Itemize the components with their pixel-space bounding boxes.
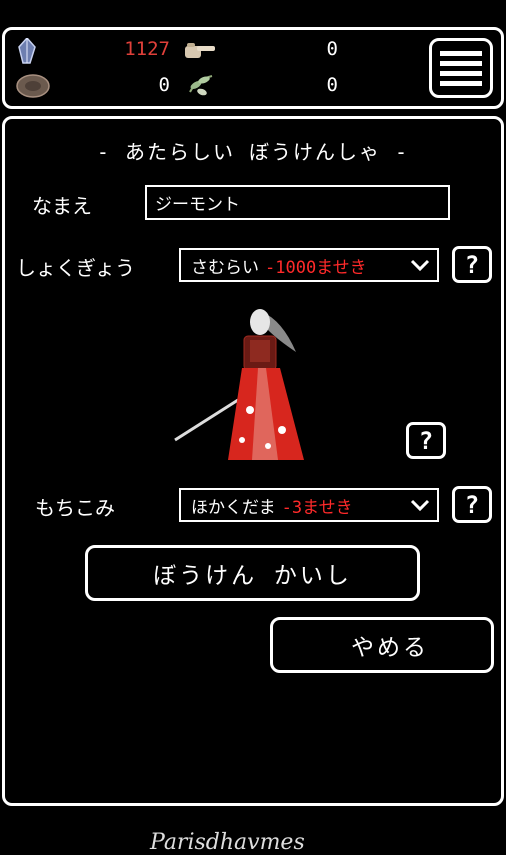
item-label: もちこみ <box>35 496 115 520</box>
item-value: ほかくだま <box>191 497 276 518</box>
herb-icon <box>189 75 213 96</box>
chevron-down-icon <box>410 499 430 512</box>
item-cost: -3ませき <box>281 497 353 518</box>
job-select[interactable]: さむらい -1000ませき <box>179 248 439 282</box>
panel-title: - あたらしい ぼうけんしゃ - <box>96 140 410 164</box>
herb-count: 0 <box>326 74 338 96</box>
name-input[interactable] <box>145 185 450 220</box>
hand-count: 0 <box>326 38 338 60</box>
start-adventure-button[interactable]: ぼうけん かいし <box>85 545 420 601</box>
name-label: なまえ <box>32 194 92 218</box>
stone-coin-icon <box>16 74 50 98</box>
item-select[interactable]: ほかくだま -3ませき <box>179 488 439 522</box>
job-label: しょくぎょう <box>16 256 135 280</box>
character-help-button[interactable]: ? <box>406 422 446 459</box>
footer-logo: Parisdhavmes <box>150 830 305 855</box>
job-help-button[interactable]: ? <box>452 246 492 283</box>
cancel-button[interactable]: やめる <box>270 617 494 673</box>
coin-count: 0 <box>158 74 170 96</box>
menu-button[interactable] <box>429 38 493 98</box>
hamburger-icon <box>440 50 482 56</box>
item-help-button[interactable]: ? <box>452 486 492 523</box>
chevron-down-icon <box>410 259 430 272</box>
job-value: さむらい <box>191 257 259 278</box>
pointing-hand-icon <box>185 43 215 58</box>
samurai-character-sprite <box>174 309 304 460</box>
crystal-icon <box>18 38 36 64</box>
crystal-count: 1127 <box>124 38 170 60</box>
job-cost: -1000ませき <box>265 257 367 278</box>
